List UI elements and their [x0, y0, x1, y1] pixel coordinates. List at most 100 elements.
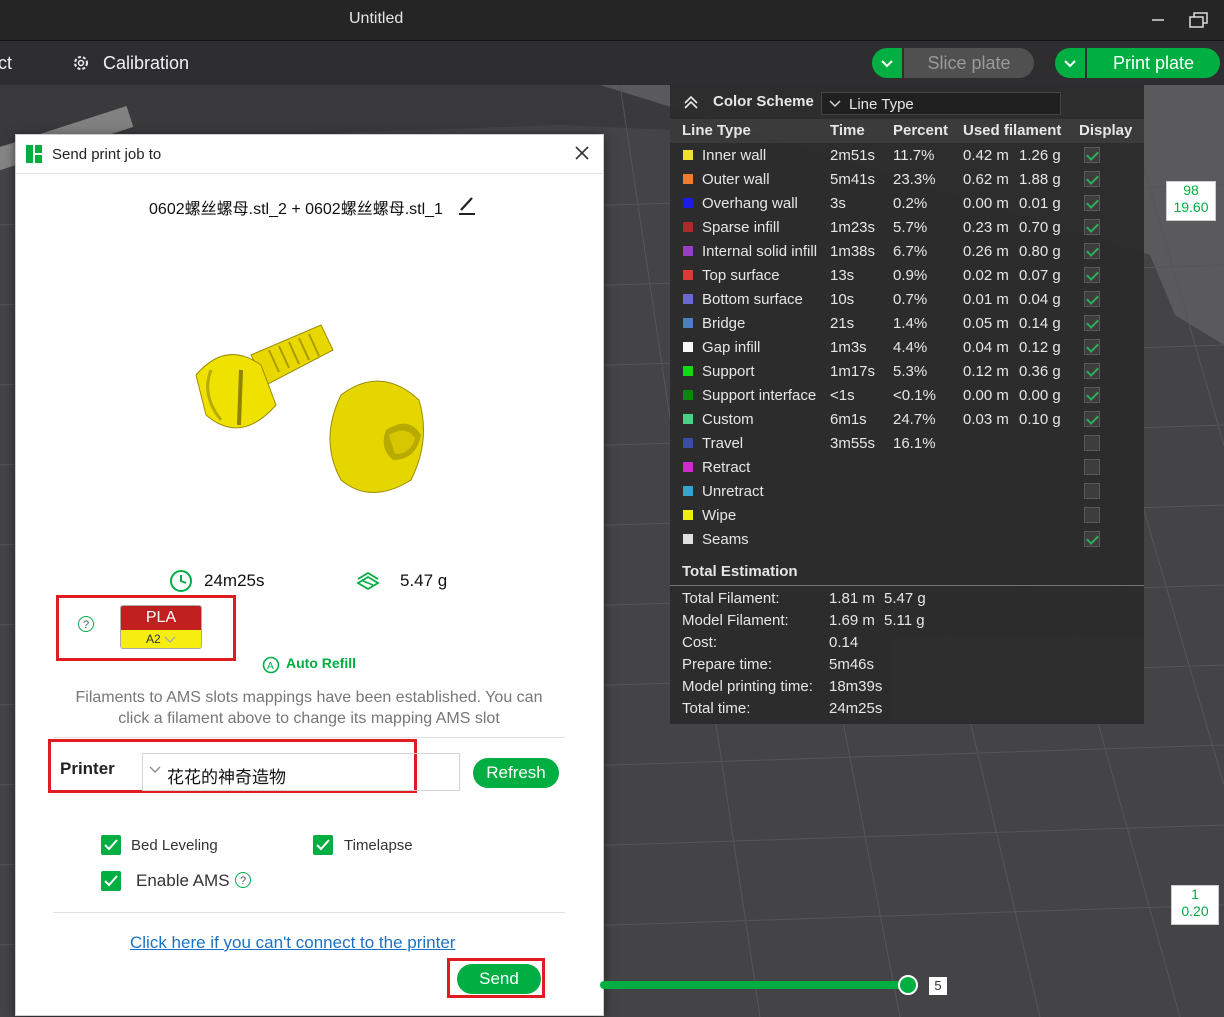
line-weight: 0.14 g: [1019, 315, 1061, 332]
display-toggle[interactable]: [1084, 459, 1100, 475]
print-plate-button[interactable]: Print plate: [1087, 48, 1220, 78]
line-percent: 23.3%: [893, 171, 936, 188]
close-icon[interactable]: [572, 143, 592, 163]
display-toggle[interactable]: [1084, 339, 1100, 355]
legend-row: Unretract: [670, 480, 1144, 504]
legend-row: Gap infill 1m3s 4.4% 0.04 m 0.12 g: [670, 336, 1144, 360]
chevron-down-icon: [881, 60, 893, 68]
display-toggle[interactable]: [1084, 531, 1100, 547]
line-time: 5m41s: [830, 171, 876, 188]
line-type-name: Top surface: [702, 267, 780, 284]
estimate-value-2: 5.47 g: [884, 590, 926, 607]
scheme-dropdown[interactable]: Line Type: [821, 92, 1061, 115]
layer-slider-handle[interactable]: [898, 975, 918, 995]
top-layer-tag[interactable]: 98 19.60: [1166, 181, 1216, 221]
estimate-value-2: 5.11 g: [884, 612, 925, 629]
estimate-label: Prepare time:: [682, 656, 773, 673]
chevron-down-icon: [1064, 60, 1076, 68]
line-type-name: Outer wall: [702, 171, 770, 188]
display-toggle[interactable]: [1084, 387, 1100, 403]
help-icon[interactable]: ?: [78, 616, 94, 632]
line-percent: 16.1%: [893, 435, 936, 452]
refresh-button[interactable]: Refresh: [473, 758, 559, 788]
color-swatch: [683, 486, 693, 496]
display-toggle[interactable]: [1084, 219, 1100, 235]
total-estimation-title: Total Estimation: [682, 563, 798, 580]
restore-icon[interactable]: [1188, 11, 1210, 29]
line-type-name: Internal solid infill: [702, 243, 818, 260]
clock-icon: [170, 570, 192, 592]
line-type-name: Overhang wall: [702, 195, 798, 212]
legend-column-headers: Line Type Time Percent Used filament Dis…: [670, 119, 1144, 143]
slice-dropdown-button[interactable]: [872, 48, 902, 78]
display-toggle[interactable]: [1084, 195, 1100, 211]
line-time: <1s: [830, 387, 855, 404]
tab-calibration[interactable]: Calibration: [103, 53, 189, 74]
filament-type: PLA: [121, 606, 201, 630]
line-time: 13s: [830, 267, 855, 284]
auto-refill-label[interactable]: Auto Refill: [286, 655, 356, 671]
estimate-label: Total time:: [682, 700, 751, 717]
enable-ams-checkbox[interactable]: [101, 871, 121, 891]
color-swatch: [683, 222, 693, 232]
estimate-value: 1.69 m: [829, 612, 875, 629]
estimate-value: 18m39s: [829, 678, 883, 695]
line-length: 0.12 m: [963, 363, 1009, 380]
collapse-up-icon[interactable]: [682, 94, 700, 110]
slice-plate-button[interactable]: Slice plate: [904, 48, 1034, 78]
display-toggle[interactable]: [1084, 411, 1100, 427]
display-toggle[interactable]: [1084, 315, 1100, 331]
display-toggle[interactable]: [1084, 435, 1100, 451]
display-toggle[interactable]: [1084, 267, 1100, 283]
line-time: 1m17s: [830, 363, 876, 380]
line-percent: 0.9%: [893, 267, 928, 284]
display-toggle[interactable]: [1084, 507, 1100, 523]
color-swatch: [683, 318, 693, 328]
display-toggle[interactable]: [1084, 483, 1100, 499]
minimize-icon[interactable]: [1150, 8, 1166, 30]
color-swatch: [683, 270, 693, 280]
col-display: Display: [1079, 122, 1133, 139]
ams-help-icon[interactable]: ?: [235, 872, 251, 888]
estimate-label: Model Filament:: [682, 612, 789, 629]
app-logo-icon: [26, 145, 42, 163]
line-time: 1m3s: [830, 339, 867, 356]
display-toggle[interactable]: [1084, 291, 1100, 307]
bottom-layer-height: 0.20: [1181, 903, 1209, 919]
line-percent: 5.3%: [893, 363, 928, 380]
timelapse-checkbox[interactable]: [313, 835, 333, 855]
color-scheme-legend: Color Scheme Line Type Line Type Time Pe…: [670, 85, 1144, 724]
legend-row: Internal solid infill 1m38s 6.7% 0.26 m 0.80…: [670, 240, 1144, 264]
printer-select[interactable]: 花花的神奇造物: [142, 753, 460, 791]
cannot-connect-link[interactable]: Click here if you can't connect to the p…: [130, 933, 455, 953]
filament-weight-icon: [356, 571, 380, 591]
line-type-name: Support: [702, 363, 755, 380]
line-type-name: Seams: [702, 531, 749, 548]
line-length: 0.26 m: [963, 243, 1009, 260]
line-time: 10s: [830, 291, 855, 308]
display-toggle[interactable]: [1084, 171, 1100, 187]
tab-project-partial[interactable]: ct: [0, 53, 12, 74]
line-time: 2m51s: [830, 147, 876, 164]
color-swatch: [683, 246, 693, 256]
edit-pencil-icon[interactable]: [458, 195, 476, 215]
layer-slider-track[interactable]: [600, 981, 910, 989]
legend-row: Retract: [670, 456, 1144, 480]
send-button[interactable]: Send: [457, 964, 541, 994]
print-dropdown-button[interactable]: [1055, 48, 1085, 78]
col-used-filament: Used filament: [963, 122, 1062, 139]
line-type-name: Custom: [702, 411, 754, 428]
color-swatch: [683, 198, 693, 208]
window-title: Untitled: [349, 10, 404, 27]
display-toggle[interactable]: [1084, 363, 1100, 379]
filament-chip[interactable]: PLA A2: [120, 605, 202, 649]
calibration-icon: [72, 54, 90, 72]
bed-leveling-checkbox[interactable]: [101, 835, 121, 855]
line-length: 0.02 m: [963, 267, 1009, 284]
bottom-layer-tag[interactable]: 1 0.20: [1171, 885, 1219, 925]
legend-header: Color Scheme Line Type: [670, 85, 1144, 119]
display-toggle[interactable]: [1084, 243, 1100, 259]
display-toggle[interactable]: [1084, 147, 1100, 163]
legend-row: Outer wall 5m41s 23.3% 0.62 m 1.88 g: [670, 168, 1144, 192]
enable-ams-label: Enable AMS: [136, 871, 230, 890]
